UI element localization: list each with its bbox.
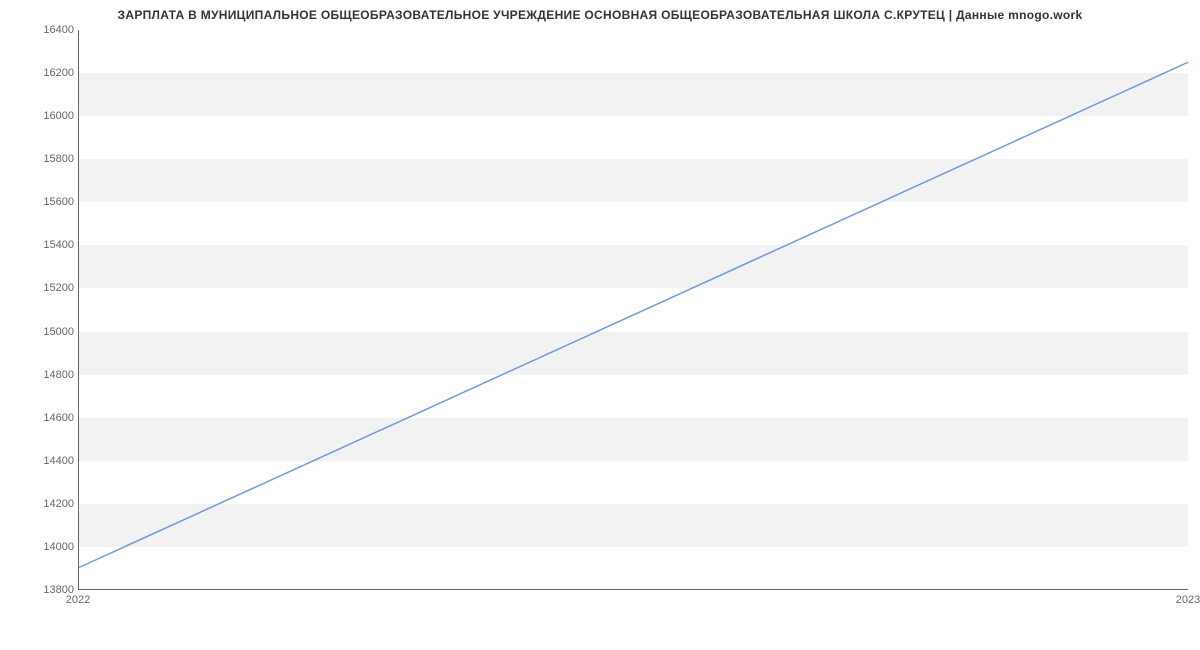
chart-line-svg bbox=[79, 30, 1188, 589]
plot-area bbox=[78, 30, 1188, 590]
y-tick-label: 14800 bbox=[14, 369, 74, 381]
y-tick-label: 16000 bbox=[14, 110, 74, 122]
data-series-line bbox=[79, 62, 1188, 567]
y-tick-label: 16200 bbox=[14, 67, 74, 79]
x-tick-label: 2023 bbox=[1176, 594, 1200, 606]
y-tick-label: 15800 bbox=[14, 153, 74, 165]
y-tick-label: 14600 bbox=[14, 412, 74, 424]
y-tick-label: 16400 bbox=[14, 24, 74, 36]
chart-title: ЗАРПЛАТА В МУНИЦИПАЛЬНОЕ ОБЩЕОБРАЗОВАТЕЛ… bbox=[0, 8, 1200, 22]
y-tick-label: 14200 bbox=[14, 498, 74, 510]
y-tick-label: 15600 bbox=[14, 196, 74, 208]
y-tick-label: 15200 bbox=[14, 282, 74, 294]
y-tick-label: 15400 bbox=[14, 239, 74, 251]
y-tick-label: 14400 bbox=[14, 455, 74, 467]
y-tick-label: 14000 bbox=[14, 541, 74, 553]
y-tick-label: 15000 bbox=[14, 326, 74, 338]
x-tick-label: 2022 bbox=[66, 594, 90, 606]
